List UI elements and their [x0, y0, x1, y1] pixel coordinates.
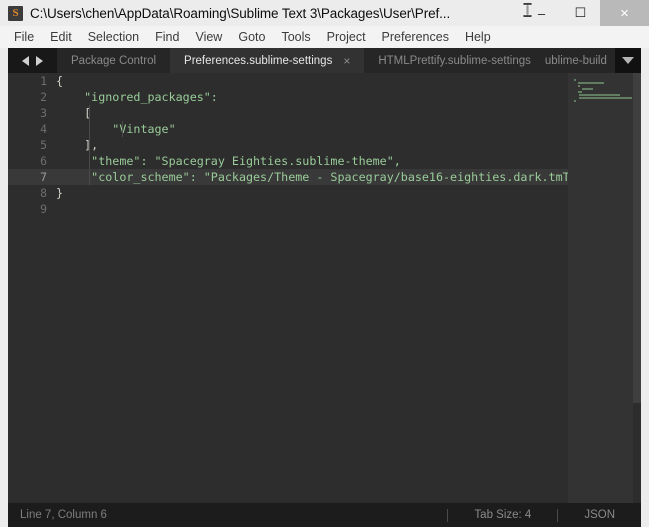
- minimize-icon: –: [537, 5, 546, 21]
- tab-label: Preferences.sublime-settings: [184, 54, 333, 67]
- close-icon: ×: [620, 4, 629, 22]
- menu-item-file[interactable]: File: [6, 28, 42, 46]
- code-line: ],: [56, 138, 99, 152]
- line-number: 1: [40, 74, 47, 88]
- line-number-current: 7: [8, 169, 56, 185]
- tab-ublime-build[interactable]: ublime-build: [544, 48, 615, 73]
- code-line: }: [56, 186, 64, 200]
- line-number: 9: [40, 202, 47, 216]
- code-line: "Vintage": [56, 122, 176, 136]
- tab-next-icon[interactable]: [36, 55, 43, 66]
- window-body: Package Control Preferences.sublime-sett…: [8, 48, 641, 519]
- vertical-scrollbar[interactable]: [633, 73, 641, 519]
- title-bar: S C:\Users\chen\AppData\Roaming\Sublime …: [0, 0, 649, 26]
- menu-item-selection[interactable]: Selection: [80, 28, 147, 46]
- line-number: 6: [40, 154, 47, 168]
- minimap[interactable]: [568, 73, 633, 519]
- status-bar: Line 7, Column 6 Tab Size: 4 JSON: [8, 503, 641, 527]
- menu-bar: File Edit Selection Find View Goto Tools…: [0, 26, 649, 48]
- code-line: {: [56, 74, 64, 88]
- window-title: C:\Users\chen\AppData\Roaming\Sublime Te…: [30, 5, 451, 21]
- minimize-button[interactable]: –: [522, 0, 561, 26]
- maximize-icon: ☐: [574, 5, 587, 20]
- line-number: 5: [40, 138, 47, 152]
- window-controls: – ☐ ×: [522, 0, 649, 26]
- editor-area: 1 2 3 4 5 6 7 8 9 { "ignored_packages": …: [8, 73, 641, 519]
- chevron-down-icon: [622, 57, 634, 64]
- tab-previous-icon[interactable]: [22, 55, 29, 66]
- tab-size-status[interactable]: Tab Size: 4: [448, 509, 557, 521]
- tab-label: ublime-build: [544, 54, 607, 67]
- minimap-viewport[interactable]: [568, 73, 633, 519]
- code-line: [: [56, 106, 92, 120]
- sublime-text-app-icon: S: [8, 5, 23, 21]
- menu-item-project[interactable]: Project: [319, 28, 374, 46]
- menu-item-preferences[interactable]: Preferences: [374, 28, 457, 46]
- tab-overflow-dropdown-button[interactable]: [615, 48, 641, 73]
- sublime-text-window: S C:\Users\chen\AppData\Roaming\Sublime …: [0, 0, 649, 527]
- code-line-current: "color_scheme": "Packages/Theme - Spaceg…: [56, 169, 568, 185]
- line-number: 8: [40, 186, 47, 200]
- close-button[interactable]: ×: [600, 0, 649, 26]
- vertical-scrollbar-thumb[interactable]: [633, 73, 641, 403]
- code-content[interactable]: { "ignored_packages": [ "Vintage" ], "th…: [56, 73, 568, 519]
- app-icon-letter: S: [12, 6, 19, 19]
- menu-item-view[interactable]: View: [187, 28, 230, 46]
- maximize-button[interactable]: ☐: [561, 0, 600, 26]
- code-line: "theme": "Spacegray Eighties.sublime-the…: [56, 154, 401, 168]
- tab-list: Package Control Preferences.sublime-sett…: [57, 48, 615, 73]
- menu-item-help[interactable]: Help: [457, 28, 499, 46]
- menu-item-edit[interactable]: Edit: [42, 28, 80, 46]
- tab-nav-arrows: [8, 48, 57, 73]
- menu-item-goto[interactable]: Goto: [230, 28, 273, 46]
- tab-package-control[interactable]: Package Control: [57, 48, 171, 73]
- syntax-status[interactable]: JSON: [558, 509, 641, 521]
- line-number-gutter: 1 2 3 4 5 6 7 8 9: [8, 73, 56, 519]
- tab-htmlprettify-sublime-settings[interactable]: HTMLPrettify.sublime-settings: [364, 48, 545, 73]
- menu-item-find[interactable]: Find: [147, 28, 187, 46]
- tab-preferences-sublime-settings[interactable]: Preferences.sublime-settings ×: [170, 48, 365, 73]
- menu-item-tools[interactable]: Tools: [273, 28, 318, 46]
- tab-bar: Package Control Preferences.sublime-sett…: [8, 48, 641, 73]
- code-line: "ignored_packages":: [56, 90, 218, 104]
- tab-label: HTMLPrettify.sublime-settings: [378, 54, 531, 67]
- status-bar-right: Tab Size: 4 JSON: [447, 503, 641, 527]
- indent-guide: [122, 121, 123, 137]
- tab-close-icon[interactable]: ×: [343, 55, 350, 67]
- indent-guide: [89, 105, 90, 185]
- line-number: 2: [40, 90, 47, 104]
- cursor-position-status: Line 7, Column 6: [20, 509, 107, 521]
- line-number: 4: [40, 122, 47, 136]
- tab-label: Package Control: [71, 54, 157, 67]
- line-number: 3: [40, 106, 47, 120]
